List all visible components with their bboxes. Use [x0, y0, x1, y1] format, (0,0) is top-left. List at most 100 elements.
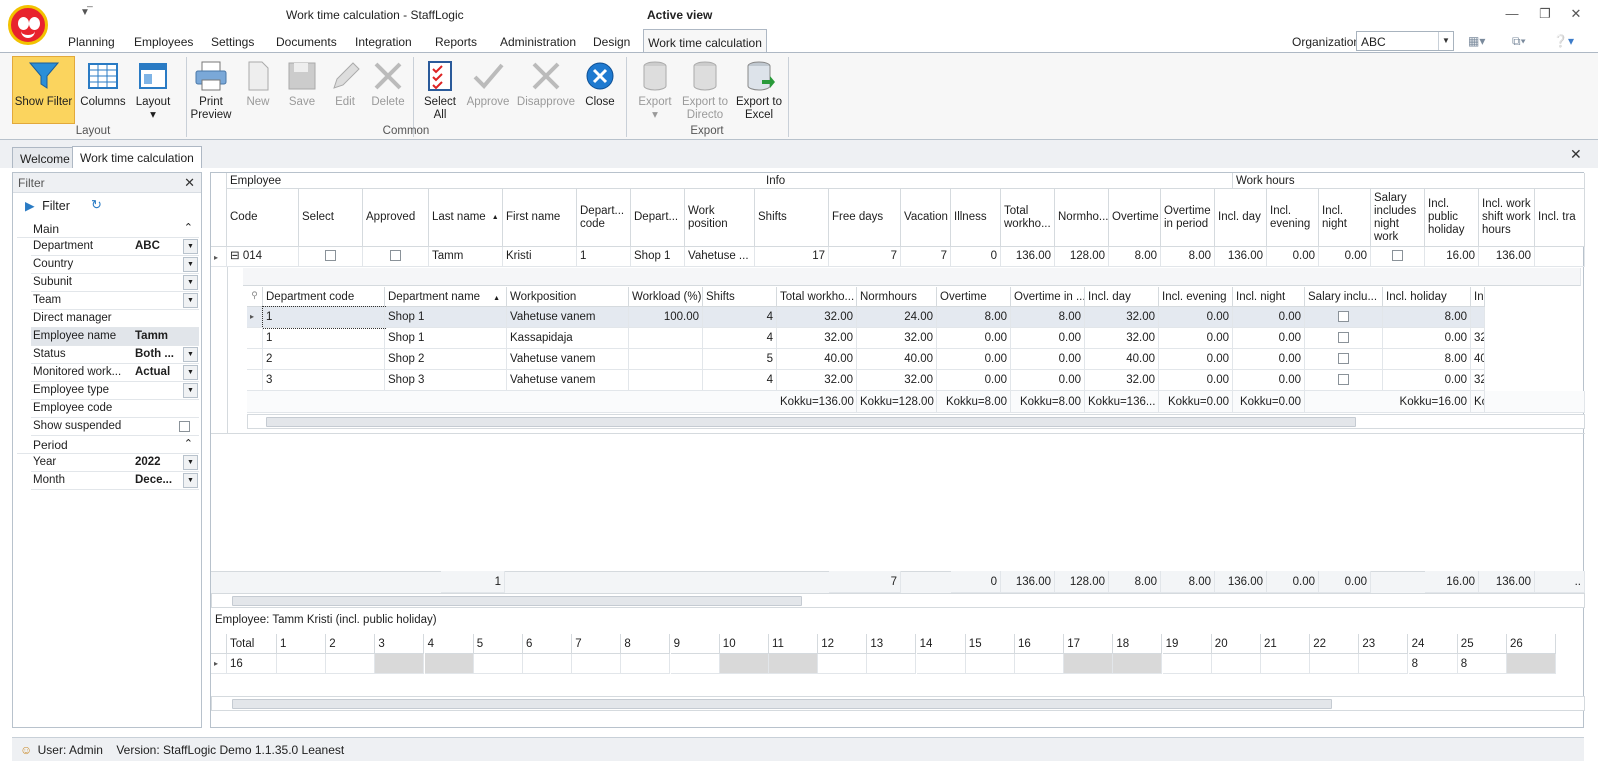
column-header[interactable]: First name: [503, 189, 577, 247]
approve-button[interactable]: Approve: [465, 57, 511, 123]
dropdown-arrow-icon[interactable]: ▼: [183, 239, 198, 254]
detail-row-indicator[interactable]: [247, 328, 263, 349]
close-filter-icon[interactable]: ✕: [184, 175, 195, 191]
detail-column-header[interactable]: Salary inclu...: [1305, 287, 1383, 307]
close-tab-icon[interactable]: ✕: [1570, 146, 1582, 163]
column-header[interactable]: Approved: [363, 189, 429, 247]
calendar-day-cell[interactable]: [572, 654, 622, 674]
columns-button[interactable]: Columns: [80, 57, 126, 123]
delete-button[interactable]: Delete: [367, 57, 409, 123]
calendar-day-cell[interactable]: [1113, 654, 1163, 674]
calendar-day-cell[interactable]: [523, 654, 572, 674]
detail-column-header[interactable]: Incl. holiday: [1383, 287, 1471, 307]
approved-checkbox[interactable]: [390, 250, 401, 262]
minimize-icon[interactable]: —: [1502, 6, 1522, 22]
filter-show-suspended[interactable]: Show suspended: [31, 418, 199, 436]
detail-column-header[interactable]: Workload (%): [629, 287, 703, 307]
calendar-day-cell[interactable]: [916, 654, 966, 674]
dropdown-arrow-icon[interactable]: ▼: [183, 347, 198, 362]
dropdown-arrow-icon[interactable]: ▼: [183, 365, 198, 380]
column-header[interactable]: Normho...: [1055, 189, 1109, 247]
column-header[interactable]: Incl. public holiday: [1425, 189, 1479, 247]
tab-integration[interactable]: Integration: [355, 35, 412, 49]
select-all-button[interactable]: Select All: [418, 57, 462, 123]
calendar-day-cell[interactable]: [424, 654, 474, 674]
detail-column-header[interactable]: Overtime: [937, 287, 1011, 307]
dropdown-arrow-icon[interactable]: ▼: [183, 275, 198, 290]
select-checkbox[interactable]: [325, 250, 336, 262]
export-button[interactable]: Export ▾: [632, 57, 678, 123]
calendar-day-cell[interactable]: [1211, 654, 1261, 674]
filter-month[interactable]: Month Dece... ▼: [31, 472, 199, 490]
detail-cell[interactable]: Vahetuse vanem: [507, 370, 629, 391]
tab-settings[interactable]: Settings: [211, 35, 254, 49]
detail-column-header[interactable]: Department code: [263, 287, 385, 307]
calendar-day-cell[interactable]: [375, 654, 425, 674]
detail-row-indicator[interactable]: [247, 370, 263, 391]
app-logo-icon[interactable]: [8, 5, 48, 45]
calendar-row-indicator[interactable]: ▸: [211, 654, 227, 674]
filter-year[interactable]: Year 2022 ▼: [31, 454, 199, 472]
dropdown-arrow-icon[interactable]: ▼: [183, 455, 198, 470]
column-header[interactable]: Salary includes night work: [1371, 189, 1425, 247]
dropdown-arrow-icon[interactable]: ▼: [183, 473, 198, 488]
tab-planning[interactable]: Planning: [68, 35, 115, 49]
salary-night-checkbox[interactable]: [1338, 353, 1349, 365]
detail-cell[interactable]: 3: [263, 370, 385, 391]
show-suspended-checkbox[interactable]: [179, 421, 190, 432]
column-header[interactable]: Overtime in period: [1161, 189, 1215, 247]
export-excel-button[interactable]: Export to Excel: [735, 57, 783, 123]
row-pointer-icon[interactable]: ▸: [211, 247, 227, 267]
calendar-day-cell[interactable]: 8: [1457, 654, 1507, 674]
dropdown-arrow-icon[interactable]: ▼: [183, 383, 198, 398]
column-header[interactable]: Illness: [951, 189, 1001, 247]
calendar-day-cell[interactable]: [1064, 654, 1114, 674]
refresh-icon[interactable]: ↻: [91, 197, 102, 213]
calendar-day-cell[interactable]: [1162, 654, 1212, 674]
detail-row-indicator[interactable]: ▸: [247, 307, 263, 328]
maximize-icon[interactable]: ❐: [1535, 6, 1555, 22]
detail-horizontal-scrollbar[interactable]: [247, 414, 1585, 429]
detail-row-indicator[interactable]: [247, 349, 263, 370]
edit-button[interactable]: Edit: [325, 57, 365, 123]
dropdown-arrow-icon[interactable]: ▼: [183, 257, 198, 272]
detail-column-header[interactable]: Workposition: [507, 287, 629, 307]
column-header[interactable]: Depart... code: [577, 189, 631, 247]
calendar-day-cell[interactable]: [965, 654, 1015, 674]
detail-cell[interactable]: 1: [263, 328, 385, 349]
calendar-day-cell[interactable]: [277, 654, 326, 674]
calendar-day-cell[interactable]: [473, 654, 523, 674]
calendar-horizontal-scrollbar[interactable]: [211, 696, 1585, 711]
disapprove-button[interactable]: Disapprove: [516, 57, 576, 123]
column-header[interactable]: Free days: [829, 189, 901, 247]
calendar-day-cell[interactable]: 8: [1408, 654, 1458, 674]
detail-column-header[interactable]: Shifts: [703, 287, 777, 307]
calendar-day-cell[interactable]: [818, 654, 868, 674]
tab-reports[interactable]: Reports: [435, 35, 477, 49]
layout-button[interactable]: Layout ▾: [130, 57, 176, 123]
detail-column-header[interactable]: Incl. workshift...: [1471, 287, 1485, 307]
filter-direct-manager[interactable]: Direct manager: [31, 310, 199, 328]
tab-documents[interactable]: Documents: [276, 35, 337, 49]
window-layout-icon[interactable]: ▦▾: [1468, 34, 1485, 48]
column-header[interactable]: Incl. night: [1319, 189, 1371, 247]
detail-cell[interactable]: Shop 1: [385, 307, 507, 328]
detail-column-header[interactable]: Normhours: [857, 287, 937, 307]
calendar-day-cell[interactable]: [621, 654, 671, 674]
calendar-day-cell[interactable]: [769, 654, 818, 674]
column-header[interactable]: Incl. tra: [1535, 189, 1585, 247]
filter-apply-button[interactable]: ▶ Filter: [25, 198, 70, 213]
dropdown-arrow-icon[interactable]: ▼: [183, 293, 198, 308]
print-preview-button[interactable]: Print Preview: [190, 57, 232, 123]
column-header[interactable]: Overtime: [1109, 189, 1161, 247]
calendar-day-cell[interactable]: [719, 654, 769, 674]
calendar-day-cell[interactable]: [867, 654, 917, 674]
collapse-icon[interactable]: ⊟: [230, 250, 243, 262]
show-filter-button[interactable]: Show Filter: [12, 56, 75, 124]
column-header[interactable]: Incl. evening: [1267, 189, 1319, 247]
salnight-checkbox[interactable]: [1392, 250, 1403, 262]
column-header[interactable]: Vacation: [901, 189, 951, 247]
close-button[interactable]: Close: [580, 57, 620, 123]
detail-cell[interactable]: Shop 3: [385, 370, 507, 391]
section-period[interactable]: Period ⌃: [17, 436, 199, 454]
